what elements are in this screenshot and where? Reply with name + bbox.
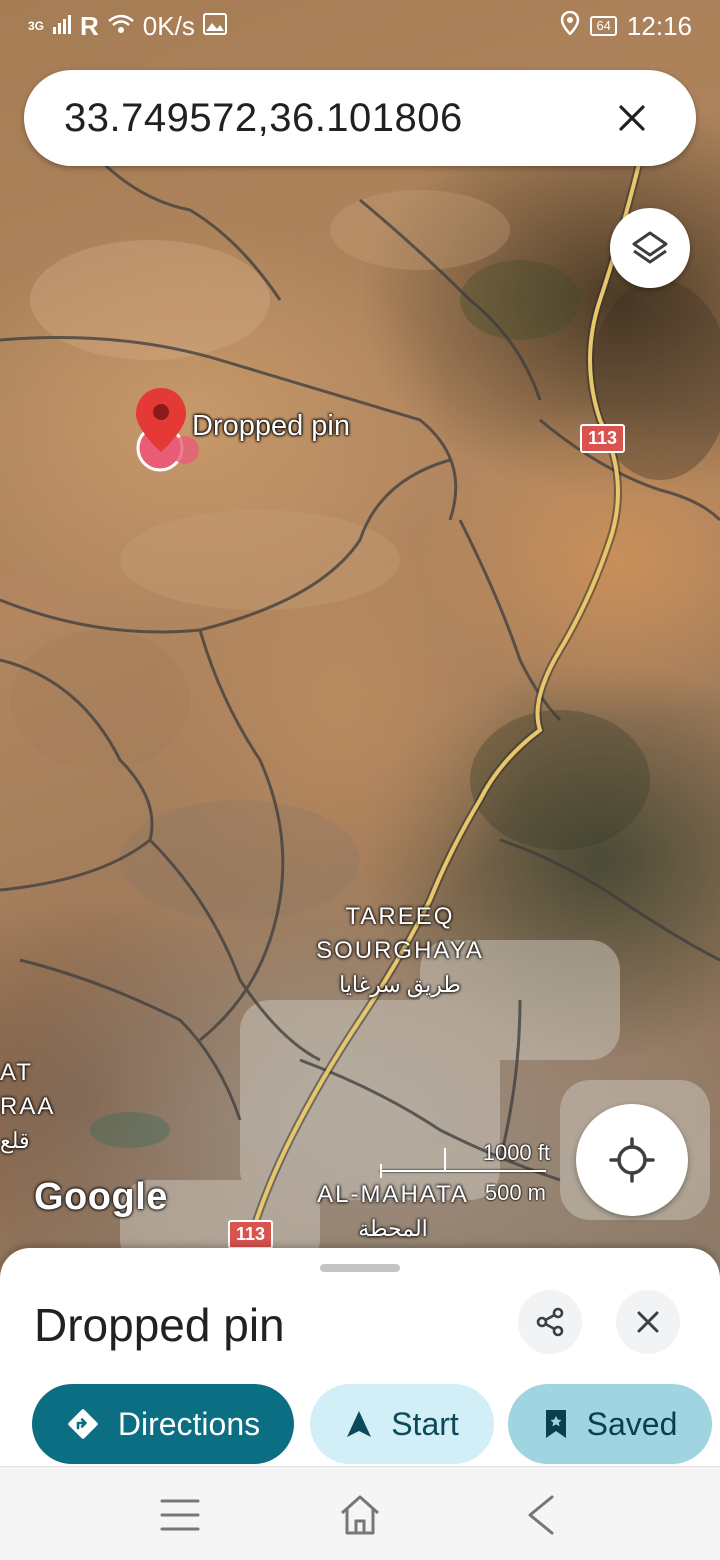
bookmark-icon bbox=[545, 1410, 566, 1438]
start-label: Start bbox=[391, 1405, 459, 1442]
clear-search-button[interactable] bbox=[608, 94, 656, 142]
place-label-tareeq-sourghaya: TAREEQ SOURGHAYA طريق سرغايا bbox=[316, 903, 484, 997]
nav-home-button[interactable] bbox=[332, 1487, 388, 1543]
battery-indicator: 64 bbox=[590, 16, 617, 36]
share-icon bbox=[536, 1307, 564, 1337]
saved-button[interactable]: Saved bbox=[508, 1384, 712, 1464]
map-roads-layer bbox=[0, 158, 720, 1270]
place-label-partial: AT RAA قلع bbox=[0, 1059, 56, 1153]
location-icon bbox=[560, 10, 580, 42]
network-speed: 0K/s bbox=[142, 10, 195, 41]
status-bar: 3G R 0K/s 64 12:16 bbox=[0, 0, 720, 52]
image-notification-icon bbox=[202, 11, 227, 42]
close-icon bbox=[619, 105, 645, 131]
system-navigation-bar bbox=[0, 1466, 720, 1560]
satellite-map[interactable]: Dropped pin 113 113 TAREEQ SOURGHAYA طري… bbox=[0, 0, 720, 1290]
pin-label: Dropped pin bbox=[192, 410, 350, 442]
place-bottom-sheet: Dropped pin Directions Start Saved bbox=[0, 1248, 720, 1468]
directions-icon bbox=[68, 1409, 98, 1439]
search-query[interactable]: 33.749572,36.101806 bbox=[64, 96, 608, 141]
saved-label: Saved bbox=[586, 1405, 678, 1442]
start-button[interactable]: Start bbox=[310, 1384, 494, 1464]
back-icon bbox=[528, 1495, 554, 1535]
nav-back-button[interactable] bbox=[512, 1487, 568, 1543]
network-type: 3G bbox=[28, 19, 45, 33]
directions-label: Directions bbox=[117, 1405, 261, 1442]
share-button[interactable] bbox=[518, 1290, 582, 1354]
route-shield: 113 bbox=[580, 424, 626, 453]
close-sheet-button[interactable] bbox=[616, 1290, 680, 1354]
clock: 12:16 bbox=[626, 10, 692, 41]
wifi-icon bbox=[107, 11, 135, 42]
layers-icon bbox=[632, 231, 668, 264]
signal-icon bbox=[52, 11, 72, 42]
google-logo: Google bbox=[34, 1176, 168, 1218]
search-bar[interactable]: 33.749572,36.101806 bbox=[24, 70, 696, 166]
directions-button[interactable]: Directions bbox=[32, 1384, 294, 1464]
home-icon bbox=[341, 1495, 379, 1535]
menu-icon bbox=[160, 1499, 200, 1531]
nav-menu-button[interactable] bbox=[152, 1487, 208, 1543]
sheet-drag-handle[interactable] bbox=[320, 1264, 400, 1272]
map-scale-bar: 1000 ft 500 m bbox=[380, 1140, 570, 1205]
sheet-title: Dropped pin bbox=[34, 1299, 285, 1351]
roaming-indicator: R bbox=[80, 10, 99, 41]
my-location-icon bbox=[609, 1137, 655, 1183]
navigation-arrow-icon bbox=[347, 1411, 372, 1437]
map-layers-button[interactable] bbox=[610, 208, 690, 288]
my-location-button[interactable] bbox=[576, 1104, 688, 1216]
route-shield: 113 bbox=[228, 1220, 274, 1249]
close-icon bbox=[637, 1311, 659, 1333]
